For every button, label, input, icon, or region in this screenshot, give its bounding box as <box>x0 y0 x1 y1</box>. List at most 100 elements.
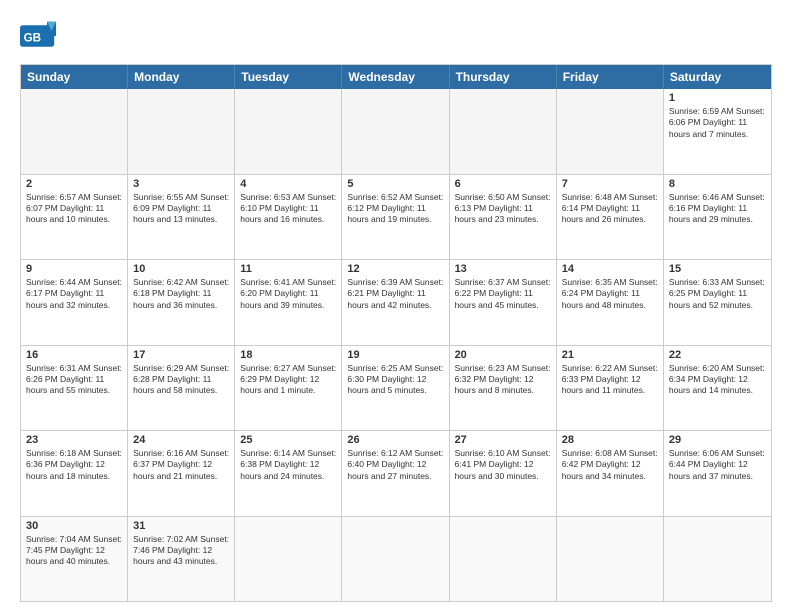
calendar-cell-3-2: 10Sunrise: 6:42 AM Sunset: 6:18 PM Dayli… <box>128 260 235 345</box>
day-info: Sunrise: 6:16 AM Sunset: 6:37 PM Dayligh… <box>133 448 229 482</box>
day-info: Sunrise: 6:35 AM Sunset: 6:24 PM Dayligh… <box>562 277 658 311</box>
calendar-cell-1-2 <box>128 89 235 174</box>
day-number: 16 <box>26 349 122 361</box>
calendar-cell-6-2: 31Sunrise: 7:02 AM Sunset: 7:46 PM Dayli… <box>128 517 235 602</box>
calendar-cell-2-6: 7 Sunrise: 6:48 AM Sunset: 6:14 PM Daylig… <box>557 175 664 260</box>
calendar-cell-4-1: 16 Sunrise: 6:31 AM Sunset: 6:26 PM Dayli… <box>21 346 128 431</box>
calendar-cell-5-4: 26Sunrise: 6:12 AM Sunset: 6:40 PM Dayli… <box>342 431 449 516</box>
calendar-cell-4-5: 20 Sunrise: 6:23 AM Sunset: 6:32 PM Dayli… <box>450 346 557 431</box>
day-number: 21 <box>562 349 658 361</box>
day-info: Sunrise: 6:20 AM Sunset: 6:34 PM Dayligh… <box>669 363 766 397</box>
day-number: 23 <box>26 434 122 446</box>
day-info: Sunrise: 6:14 AM Sunset: 6:38 PM Dayligh… <box>240 448 336 482</box>
day-number: 1 <box>669 92 766 104</box>
page: GB SundayMondayTuesdayWednesdayThursdayF… <box>0 0 792 612</box>
calendar-cell-2-2: 3Sunrise: 6:55 AM Sunset: 6:09 PM Daylig… <box>128 175 235 260</box>
day-header-tuesday: Tuesday <box>235 65 342 89</box>
day-number: 4 <box>240 178 336 190</box>
day-info: Sunrise: 6:22 AM Sunset: 6:33 PM Dayligh… <box>562 363 658 397</box>
calendar-cell-1-5 <box>450 89 557 174</box>
day-number: 2 <box>26 178 122 190</box>
generalblue-logo-icon: GB <box>20 18 56 54</box>
calendar-week-4: 16 Sunrise: 6:31 AM Sunset: 6:26 PM Dayli… <box>21 345 771 431</box>
calendar-body: 1 Sunrise: 6:59 AM Sunset: 6:06 PM Daylig… <box>21 89 771 601</box>
day-info: Sunrise: 7:02 AM Sunset: 7:46 PM Dayligh… <box>133 534 229 568</box>
day-info: Sunrise: 6:12 AM Sunset: 6:40 PM Dayligh… <box>347 448 443 482</box>
calendar-cell-1-6 <box>557 89 664 174</box>
calendar-cell-4-6: 21 Sunrise: 6:22 AM Sunset: 6:33 PM Dayli… <box>557 346 664 431</box>
day-number: 17 <box>133 349 229 361</box>
calendar-cell-6-3 <box>235 517 342 602</box>
day-info: Sunrise: 6:08 AM Sunset: 6:42 PM Dayligh… <box>562 448 658 482</box>
day-number: 5 <box>347 178 443 190</box>
calendar-cell-1-4 <box>342 89 449 174</box>
svg-text:GB: GB <box>24 31 42 44</box>
logo: GB <box>20 18 62 54</box>
day-number: 24 <box>133 434 229 446</box>
day-info: Sunrise: 6:57 AM Sunset: 6:07 PM Dayligh… <box>26 192 122 226</box>
calendar-cell-2-3: 4Sunrise: 6:53 AM Sunset: 6:10 PM Daylig… <box>235 175 342 260</box>
day-number: 22 <box>669 349 766 361</box>
day-number: 7 <box>562 178 658 190</box>
day-number: 9 <box>26 263 122 275</box>
day-number: 19 <box>347 349 443 361</box>
calendar-cell-2-4: 5Sunrise: 6:52 AM Sunset: 6:12 PM Daylig… <box>342 175 449 260</box>
day-info: Sunrise: 6:27 AM Sunset: 6:29 PM Dayligh… <box>240 363 336 397</box>
day-number: 13 <box>455 263 551 275</box>
day-info: Sunrise: 6:33 AM Sunset: 6:25 PM Dayligh… <box>669 277 766 311</box>
calendar-cell-6-5 <box>450 517 557 602</box>
calendar-cell-3-4: 12 Sunrise: 6:39 AM Sunset: 6:21 PM Dayli… <box>342 260 449 345</box>
day-number: 15 <box>669 263 766 275</box>
calendar-week-1: 1 Sunrise: 6:59 AM Sunset: 6:06 PM Daylig… <box>21 89 771 174</box>
calendar-cell-3-7: 15 Sunrise: 6:33 AM Sunset: 6:25 PM Dayli… <box>664 260 771 345</box>
calendar-cell-5-1: 23 Sunrise: 6:18 AM Sunset: 6:36 PM Dayli… <box>21 431 128 516</box>
calendar-cell-2-1: 2 Sunrise: 6:57 AM Sunset: 6:07 PM Daylig… <box>21 175 128 260</box>
calendar-week-2: 2 Sunrise: 6:57 AM Sunset: 6:07 PM Daylig… <box>21 174 771 260</box>
day-number: 27 <box>455 434 551 446</box>
calendar-cell-5-5: 27Sunrise: 6:10 AM Sunset: 6:41 PM Dayli… <box>450 431 557 516</box>
day-info: Sunrise: 6:50 AM Sunset: 6:13 PM Dayligh… <box>455 192 551 226</box>
day-number: 25 <box>240 434 336 446</box>
calendar-week-3: 9 Sunrise: 6:44 AM Sunset: 6:17 PM Daylig… <box>21 259 771 345</box>
day-header-thursday: Thursday <box>450 65 557 89</box>
day-info: Sunrise: 6:39 AM Sunset: 6:21 PM Dayligh… <box>347 277 443 311</box>
day-info: Sunrise: 6:59 AM Sunset: 6:06 PM Dayligh… <box>669 106 766 140</box>
calendar-cell-2-5: 6 Sunrise: 6:50 AM Sunset: 6:13 PM Daylig… <box>450 175 557 260</box>
calendar-cell-5-6: 28Sunrise: 6:08 AM Sunset: 6:42 PM Dayli… <box>557 431 664 516</box>
day-number: 12 <box>347 263 443 275</box>
calendar: SundayMondayTuesdayWednesdayThursdayFrid… <box>20 64 772 602</box>
day-header-monday: Monday <box>128 65 235 89</box>
day-header-friday: Friday <box>557 65 664 89</box>
calendar-cell-1-3 <box>235 89 342 174</box>
day-info: Sunrise: 6:25 AM Sunset: 6:30 PM Dayligh… <box>347 363 443 397</box>
calendar-cell-4-7: 22 Sunrise: 6:20 AM Sunset: 6:34 PM Dayli… <box>664 346 771 431</box>
day-info: Sunrise: 6:31 AM Sunset: 6:26 PM Dayligh… <box>26 363 122 397</box>
day-info: Sunrise: 6:18 AM Sunset: 6:36 PM Dayligh… <box>26 448 122 482</box>
calendar-cell-1-1 <box>21 89 128 174</box>
day-info: Sunrise: 6:23 AM Sunset: 6:32 PM Dayligh… <box>455 363 551 397</box>
day-number: 11 <box>240 263 336 275</box>
day-header-sunday: Sunday <box>21 65 128 89</box>
day-header-wednesday: Wednesday <box>342 65 449 89</box>
calendar-cell-4-4: 19 Sunrise: 6:25 AM Sunset: 6:30 PM Dayli… <box>342 346 449 431</box>
day-number: 18 <box>240 349 336 361</box>
day-number: 29 <box>669 434 766 446</box>
day-info: Sunrise: 6:41 AM Sunset: 6:20 PM Dayligh… <box>240 277 336 311</box>
calendar-cell-5-3: 25 Sunrise: 6:14 AM Sunset: 6:38 PM Dayli… <box>235 431 342 516</box>
calendar-week-6: 30Sunrise: 7:04 AM Sunset: 7:45 PM Dayli… <box>21 516 771 602</box>
day-info: Sunrise: 7:04 AM Sunset: 7:45 PM Dayligh… <box>26 534 122 568</box>
day-number: 8 <box>669 178 766 190</box>
calendar-cell-5-7: 29Sunrise: 6:06 AM Sunset: 6:44 PM Dayli… <box>664 431 771 516</box>
calendar-week-5: 23 Sunrise: 6:18 AM Sunset: 6:36 PM Dayli… <box>21 430 771 516</box>
day-number: 6 <box>455 178 551 190</box>
calendar-cell-6-4 <box>342 517 449 602</box>
day-header-saturday: Saturday <box>664 65 771 89</box>
day-info: Sunrise: 6:48 AM Sunset: 6:14 PM Dayligh… <box>562 192 658 226</box>
calendar-cell-6-1: 30Sunrise: 7:04 AM Sunset: 7:45 PM Dayli… <box>21 517 128 602</box>
calendar-cell-3-6: 14 Sunrise: 6:35 AM Sunset: 6:24 PM Dayli… <box>557 260 664 345</box>
day-number: 14 <box>562 263 658 275</box>
calendar-cell-5-2: 24 Sunrise: 6:16 AM Sunset: 6:37 PM Dayli… <box>128 431 235 516</box>
day-number: 20 <box>455 349 551 361</box>
day-info: Sunrise: 6:44 AM Sunset: 6:17 PM Dayligh… <box>26 277 122 311</box>
day-info: Sunrise: 6:37 AM Sunset: 6:22 PM Dayligh… <box>455 277 551 311</box>
